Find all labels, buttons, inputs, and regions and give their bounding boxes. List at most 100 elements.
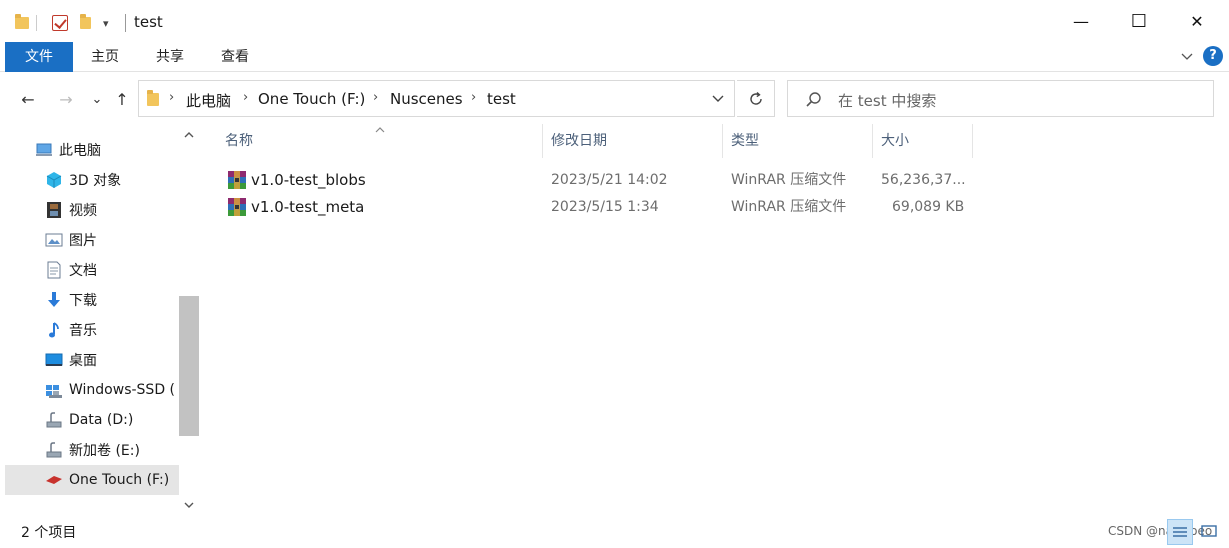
sidebar-item-label: 新加卷 (E:) — [69, 443, 140, 459]
ribbon: 文件 主页 共享 查看 ? — [0, 42, 1229, 72]
large-icons-view-button[interactable] — [1197, 519, 1223, 545]
film-icon — [45, 201, 63, 219]
refresh-button[interactable] — [737, 80, 775, 117]
sidebar-item-data-drive[interactable]: Data (D:) — [45, 405, 175, 435]
help-icon[interactable]: ? — [1203, 46, 1223, 66]
window-title: test — [134, 13, 163, 31]
drive-icon — [45, 441, 63, 459]
scroll-up-icon[interactable] — [179, 126, 199, 144]
breadcrumb-separator-icon: › — [471, 90, 477, 105]
item-count: 2 个项目 — [21, 525, 77, 541]
address-bar[interactable]: › 此电脑 › One Touch (F:) › Nuscenes › test — [138, 80, 735, 117]
scroll-down-icon[interactable] — [179, 496, 199, 514]
address-history-chevron-icon[interactable] — [711, 91, 725, 105]
sidebar-item-downloads[interactable]: 下载 — [45, 285, 175, 315]
sidebar-item-label: 图片 — [69, 233, 97, 249]
tab-view[interactable]: 查看 — [205, 42, 265, 72]
column-header-size[interactable]: 大小 — [873, 124, 973, 158]
forward-button[interactable]: → — [55, 88, 77, 110]
file-name: v1.0-test_meta — [251, 198, 365, 216]
close-button[interactable]: ✕ — [1168, 0, 1226, 42]
maximize-button[interactable]: ☐ — [1110, 0, 1168, 42]
sidebar-item-label: 下载 — [69, 293, 97, 309]
breadcrumb-this-pc[interactable]: 此电脑 — [186, 90, 231, 111]
search-box[interactable]: 在 test 中搜索 — [787, 80, 1214, 117]
tab-share[interactable]: 共享 — [140, 42, 200, 72]
refresh-icon — [749, 91, 762, 105]
file-name: v1.0-test_blobs — [251, 171, 366, 189]
sidebar-item-label: Windows-SSD ( — [69, 382, 176, 398]
sidebar-item-this-pc[interactable]: 此电脑 — [35, 135, 175, 165]
details-view-button[interactable] — [1167, 519, 1193, 545]
file-type: WinRAR 压缩文件 — [731, 172, 847, 188]
cube-icon — [45, 171, 63, 189]
drive-icon — [45, 411, 63, 429]
table-row[interactable]: v1.0-test_meta 2023/5/15 1:34 WinRAR 压缩文… — [221, 194, 981, 220]
sidebar-item-one-touch[interactable]: One Touch (F:) — [5, 465, 179, 495]
file-size: 56,236,37... — [881, 172, 966, 188]
scroll-thumb[interactable] — [179, 296, 199, 436]
sidebar-item-desktop[interactable]: 桌面 — [45, 345, 175, 375]
breadcrumb-separator-icon: › — [243, 90, 249, 105]
tab-home[interactable]: 主页 — [75, 42, 135, 72]
quick-access-dropdown-icon[interactable]: ▾ — [103, 12, 109, 34]
sidebar-item-label: 音乐 — [69, 323, 97, 339]
sidebar-item-label: 桌面 — [69, 353, 97, 369]
column-header-date[interactable]: 修改日期 — [543, 124, 723, 158]
computer-icon — [35, 141, 53, 159]
sidebar-item-new-volume[interactable]: 新加卷 (E:) — [45, 435, 175, 465]
file-list: 名称 修改日期 类型 大小 v1.0-test_blobs 2023/5/21 … — [201, 124, 1229, 516]
file-type: WinRAR 压缩文件 — [731, 199, 847, 215]
sidebar-item-documents[interactable]: 文档 — [45, 255, 175, 285]
file-size: 69,089 KB — [892, 199, 965, 215]
picture-icon — [45, 231, 63, 249]
column-header-type[interactable]: 类型 — [723, 124, 873, 158]
breadcrumb-separator-icon: › — [169, 90, 175, 105]
sidebar-scrollbar[interactable] — [179, 124, 199, 516]
column-header-name[interactable]: 名称 — [217, 124, 543, 158]
folder-icon — [147, 90, 159, 106]
up-button[interactable]: ↑ — [111, 88, 133, 110]
file-modified: 2023/5/21 14:02 — [551, 172, 668, 188]
back-button[interactable]: ← — [17, 88, 39, 110]
external-drive-icon — [45, 471, 63, 489]
navigation-bar: ← → ⌄ ↑ › 此电脑 › One Touch (F:) › Nuscene… — [0, 74, 1229, 124]
sidebar-item-music[interactable]: 音乐 — [45, 315, 175, 345]
tab-file[interactable]: 文件 — [5, 42, 73, 72]
search-placeholder: 在 test 中搜索 — [838, 92, 937, 110]
download-icon — [45, 291, 63, 309]
folder-icon — [15, 12, 29, 34]
breadcrumb-nuscenes[interactable]: Nuscenes — [390, 90, 463, 108]
title-divider — [125, 14, 126, 32]
table-row[interactable]: v1.0-test_blobs 2023/5/21 14:02 WinRAR 压… — [221, 167, 981, 193]
sidebar-item-label: One Touch (F:) — [69, 472, 170, 488]
new-folder-icon[interactable] — [80, 12, 91, 34]
breadcrumb-test[interactable]: test — [487, 90, 516, 108]
sidebar-item-label: 3D 对象 — [69, 173, 122, 189]
sidebar-item-label: 文档 — [69, 263, 97, 279]
title-bar: ▾ test — ☐ ✕ — [0, 0, 1229, 42]
navigation-pane: 此电脑 3D 对象 视频 图片 文档 下载 音乐 桌面 Windows-SSD … — [0, 124, 200, 516]
properties-check-icon[interactable] — [52, 12, 68, 34]
expand-ribbon-chevron-icon[interactable] — [1180, 49, 1194, 63]
sidebar-item-pictures[interactable]: 图片 — [45, 225, 175, 255]
sidebar-item-videos[interactable]: 视频 — [45, 195, 175, 225]
breadcrumb-separator-icon: › — [373, 90, 379, 105]
recent-locations-chevron-icon[interactable]: ⌄ — [86, 88, 108, 110]
sidebar-item-label: Data (D:) — [69, 412, 134, 428]
status-bar: 2 个项目 CSDN @nahisoeo — [0, 516, 1229, 548]
details-view-icon — [1173, 527, 1187, 537]
sidebar-item-windows-ssd[interactable]: Windows-SSD ( — [45, 375, 178, 405]
quick-access-divider — [36, 15, 37, 31]
winrar-archive-icon — [228, 198, 246, 216]
minimize-button[interactable]: — — [1052, 0, 1110, 42]
desktop-icon — [45, 351, 63, 369]
breadcrumb-one-touch[interactable]: One Touch (F:) — [258, 90, 365, 108]
large-icons-view-icon — [1201, 525, 1217, 537]
file-modified: 2023/5/15 1:34 — [551, 199, 659, 215]
document-icon — [45, 261, 63, 279]
sidebar-item-label: 此电脑 — [59, 143, 101, 159]
sidebar-item-3d-objects[interactable]: 3D 对象 — [45, 165, 175, 195]
sidebar-item-label: 视频 — [69, 203, 97, 219]
system-drive-icon — [45, 381, 63, 399]
